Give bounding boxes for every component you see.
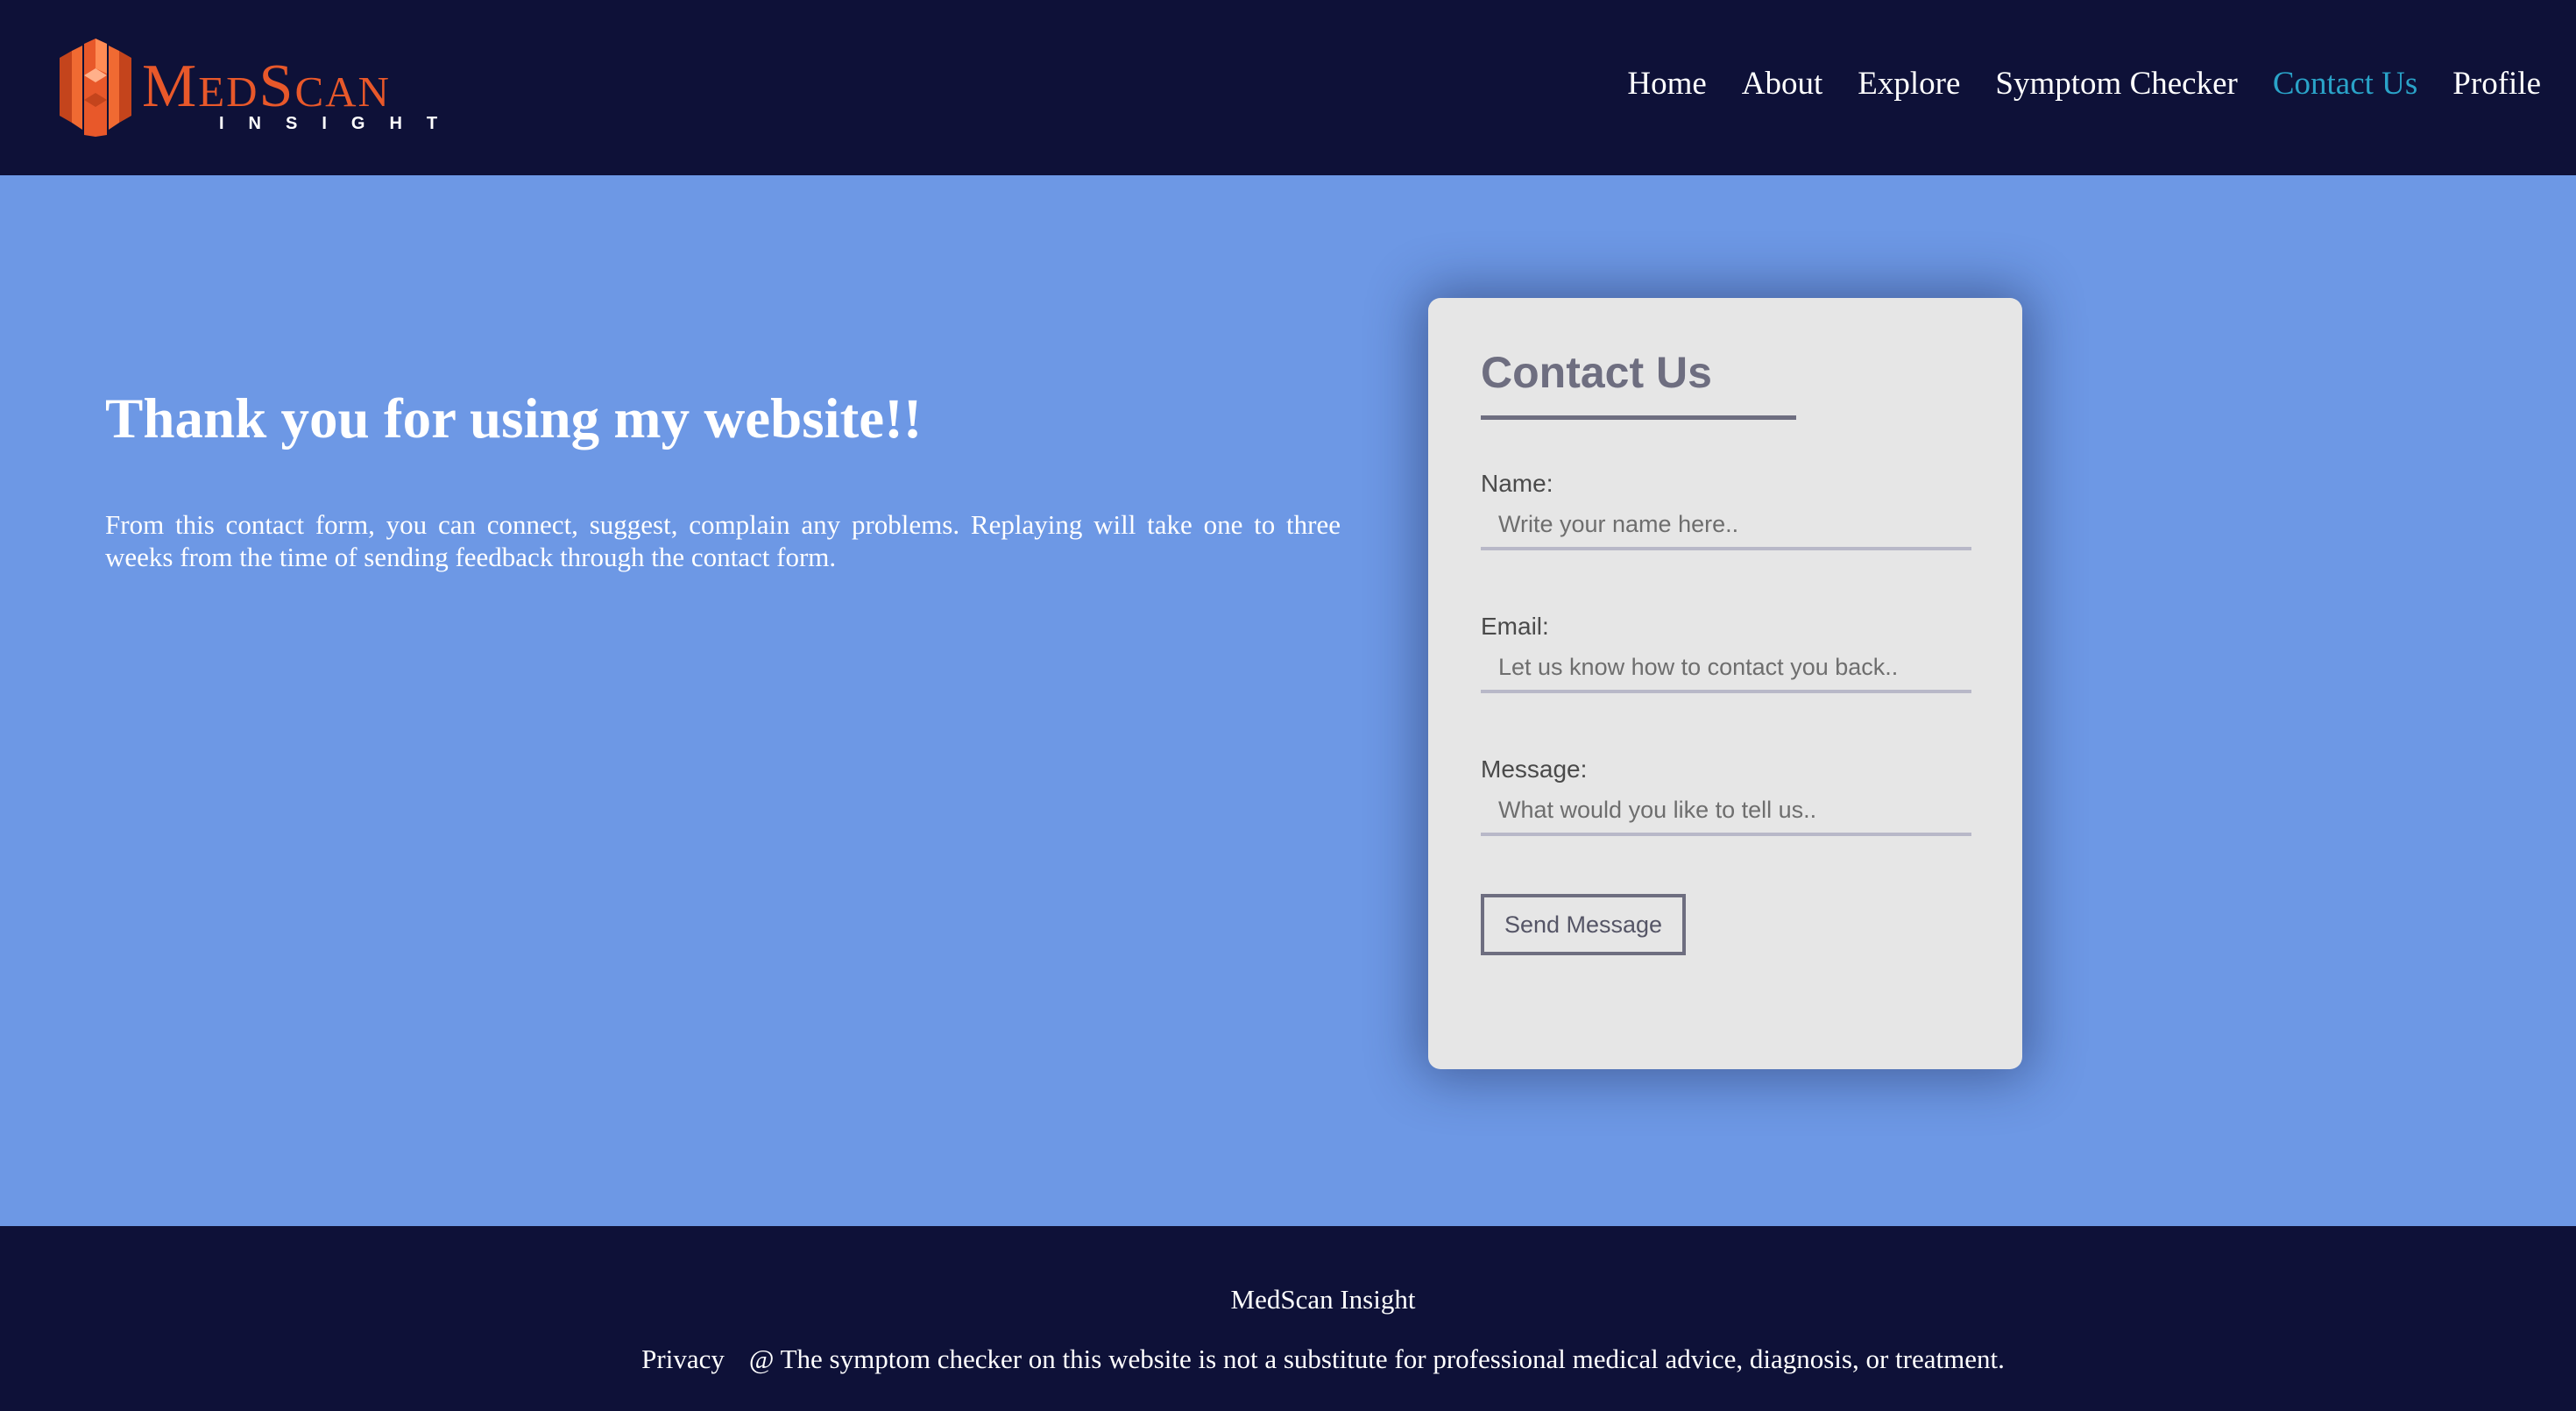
- email-input[interactable]: [1481, 644, 1971, 693]
- nav-contact-us[interactable]: Contact Us: [2273, 65, 2417, 103]
- title-underline: [1481, 415, 1796, 420]
- nav-about[interactable]: About: [1742, 65, 1823, 103]
- send-message-button[interactable]: Send Message: [1481, 894, 1686, 955]
- nav-symptom-checker[interactable]: Symptom Checker: [1995, 65, 2237, 103]
- nav-explore[interactable]: Explore: [1858, 65, 1960, 103]
- site-header: MedScan INSIGHT Home About Explore Sympt…: [0, 0, 2576, 175]
- footer-brand: MedScan Insight: [1230, 1284, 1416, 1315]
- logo-title: MedScan: [142, 53, 391, 120]
- intro-paragraph: From this contact form, you can connect,…: [105, 509, 1341, 572]
- nav-profile[interactable]: Profile: [2452, 65, 2541, 103]
- intro-section: Thank you for using my website!! From th…: [105, 384, 1341, 573]
- main-nav: Home About Explore Symptom Checker Conta…: [1627, 65, 2541, 103]
- logo-subtitle: INSIGHT: [219, 114, 463, 133]
- name-input[interactable]: [1481, 501, 1971, 550]
- footer-line: Privacy @ The symptom checker on this web…: [0, 1344, 2576, 1375]
- message-label: Message:: [1481, 755, 1588, 783]
- nav-home[interactable]: Home: [1627, 65, 1706, 103]
- message-input[interactable]: [1481, 787, 1971, 836]
- name-label: Name:: [1481, 470, 1553, 497]
- contact-form-card: Contact Us Name: Email: Message: Send Me…: [1428, 298, 2022, 1069]
- email-label: Email:: [1481, 613, 1549, 640]
- logo-mark-icon: [60, 39, 131, 137]
- medscan-logo[interactable]: MedScan INSIGHT: [60, 39, 437, 140]
- thank-you-heading: Thank you for using my website!!: [105, 387, 923, 450]
- footer-disclaimer: @ The symptom checker on this website is…: [748, 1344, 2005, 1374]
- privacy-link[interactable]: Privacy: [641, 1344, 725, 1374]
- contact-form-title: Contact Us: [1481, 348, 1712, 397]
- site-footer: MedScan Insight Privacy @ The symptom che…: [0, 1226, 2576, 1411]
